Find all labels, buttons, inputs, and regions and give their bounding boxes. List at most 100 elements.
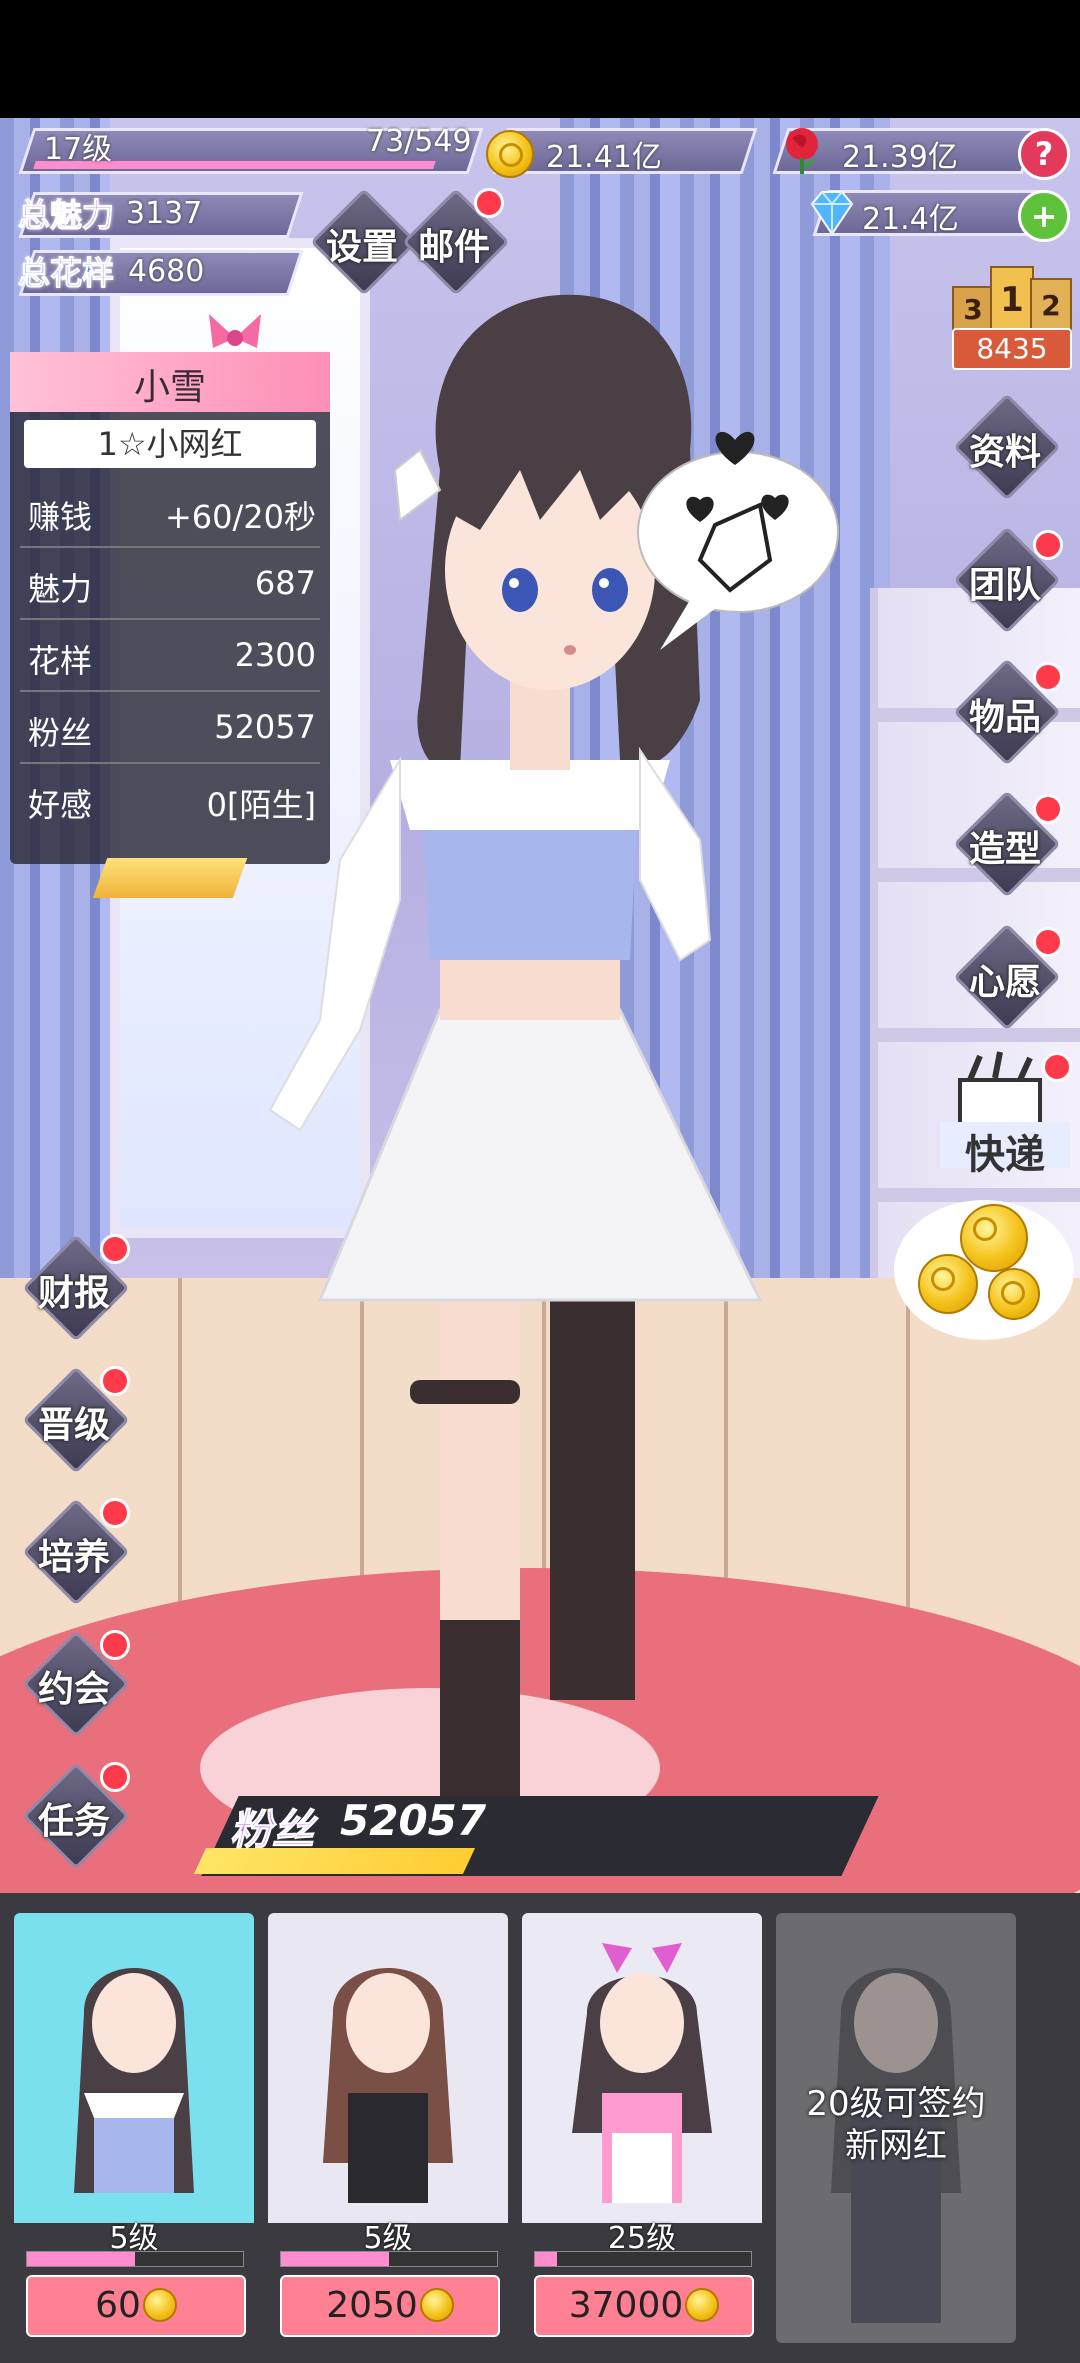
mail-button[interactable]: 邮件 — [402, 188, 510, 296]
alert-dot — [100, 1630, 130, 1660]
card-upgrade-button[interactable]: 60 — [26, 2275, 246, 2337]
menu-finance-label: 财报 — [37, 1273, 110, 1314]
card-upgrade-button[interactable]: 37000 — [534, 2275, 754, 2337]
stat-value: +60/20秒 — [164, 498, 316, 536]
menu-items-button[interactable]: 物品 — [953, 658, 1063, 766]
diamond-icon — [804, 188, 860, 238]
menu-train-button[interactable]: 培养 — [22, 1498, 130, 1606]
character-selector: 5级 60 5级 2050 25级 37000 20级可签约 新网红 — [0, 1893, 1080, 2363]
menu-tasks-label: 任务 — [37, 1801, 110, 1842]
card-price: 60 — [95, 2285, 141, 2326]
portrait-girl-3 — [572, 1943, 712, 2203]
collect-coins-button[interactable] — [894, 1200, 1074, 1340]
menu-team-label: 团队 — [968, 565, 1041, 606]
menu-profile-label: 资料 — [968, 432, 1041, 473]
mail-alert-dot — [474, 188, 504, 218]
total-style-label: 总花样 — [17, 254, 115, 293]
mail-label: 邮件 — [417, 227, 490, 268]
diamond-amount: 21.4亿 — [862, 202, 959, 237]
menu-finance-button[interactable]: 财报 — [22, 1234, 130, 1342]
menu-styling-button[interactable]: 造型 — [953, 790, 1063, 898]
alert-dot — [1033, 794, 1063, 824]
gold-coin-icon — [486, 130, 534, 178]
card-price: 37000 — [568, 2285, 684, 2326]
stat-value: 0[陌生] — [206, 786, 316, 824]
alert-dot — [1033, 662, 1063, 692]
panel-collapse-button[interactable] — [92, 858, 248, 898]
menu-train-label: 培养 — [37, 1537, 110, 1578]
menu-wish-label: 心愿 — [968, 962, 1041, 1003]
add-currency-button[interactable]: + — [1018, 190, 1070, 242]
ribbon-bow-icon — [205, 308, 265, 358]
menu-promote-label: 晋级 — [37, 1405, 110, 1446]
alert-dot — [100, 1498, 130, 1528]
alert-dot — [100, 1762, 130, 1792]
alert-dot — [1033, 927, 1063, 957]
card-progress — [26, 2251, 244, 2267]
alert-dot — [100, 1234, 130, 1264]
stat-row-charm: 魅力 687 — [20, 548, 320, 620]
podium-1: 1 — [990, 266, 1034, 334]
settings-label: 设置 — [325, 227, 398, 268]
coin-icon — [960, 1204, 1028, 1272]
card-progress — [280, 2251, 498, 2267]
rose-icon — [778, 124, 826, 176]
menu-wish-button[interactable]: 心愿 — [953, 923, 1063, 1031]
stat-value: 52057 — [214, 708, 316, 746]
settings-button[interactable]: 设置 — [310, 188, 418, 296]
stat-key: 好感 — [28, 786, 93, 824]
stat-key: 花样 — [28, 642, 93, 680]
locked-character-card[interactable]: 20级可签约 新网红 — [776, 1913, 1016, 2343]
unlock-line-2: 新网红 — [845, 2126, 947, 2166]
fans-value: 52057 — [340, 1796, 487, 1845]
menu-team-button[interactable]: 团队 — [953, 526, 1063, 634]
alert-dot — [100, 1366, 130, 1396]
help-button[interactable]: ? — [1018, 128, 1070, 180]
stat-key: 粉丝 — [28, 714, 93, 752]
podium-2: 2 — [1030, 278, 1072, 334]
character-card[interactable]: 5级 60 — [14, 1913, 254, 2343]
stat-row-style: 花样 2300 — [20, 620, 320, 692]
stat-row-earn: 赚钱 +60/20秒 — [20, 476, 320, 548]
exp-text: 73/549 — [366, 124, 472, 159]
stat-row-fans: 粉丝 52057 — [20, 692, 320, 764]
podium-3: 3 — [952, 286, 994, 334]
card-price: 2050 — [326, 2285, 418, 2326]
coin-icon — [685, 2288, 720, 2322]
menu-profile-button[interactable]: 资料 — [953, 393, 1061, 501]
unlock-line-1: 20级可签约 — [806, 2084, 986, 2124]
stat-key: 魅力 — [28, 570, 93, 608]
fans-progress: 粉丝 52057 — [190, 1796, 890, 1876]
total-charm-label: 总魅力 — [17, 196, 115, 235]
ranking-value: 8435 — [952, 328, 1072, 370]
ranking-button[interactable]: 3 1 2 8435 — [946, 250, 1076, 370]
character-card[interactable]: 25级 37000 — [522, 1913, 762, 2343]
gold-amount: 21.41亿 — [546, 140, 662, 175]
stat-key: 赚钱 — [28, 498, 93, 536]
fans-label: 粉丝 — [229, 1805, 315, 1855]
portrait-girl-2 — [323, 1968, 453, 2203]
alert-dot — [1033, 530, 1063, 560]
character-title: 1☆小网红 — [24, 420, 316, 468]
alert-dot — [1042, 1052, 1072, 1082]
rose-amount: 21.39亿 — [842, 140, 958, 175]
coin-icon — [419, 2288, 454, 2322]
menu-tasks-button[interactable]: 任务 — [22, 1762, 130, 1870]
character-info-panel: 小雪 1☆小网红 赚钱 +60/20秒 魅力 687 花样 2300 粉丝 52057 … — [10, 314, 330, 864]
card-upgrade-button[interactable]: 2050 — [280, 2275, 500, 2337]
stat-value: 687 — [254, 564, 316, 602]
menu-promote-button[interactable]: 晋级 — [22, 1366, 130, 1474]
character-name: 小雪 — [133, 367, 206, 408]
coin-icon — [142, 2288, 177, 2322]
character-card[interactable]: 5级 2050 — [268, 1913, 508, 2343]
coin-icon — [988, 1268, 1040, 1320]
menu-delivery-button[interactable]: 快递 — [940, 1050, 1072, 1178]
menu-date-label: 约会 — [37, 1669, 110, 1710]
menu-delivery-label: 快递 — [940, 1122, 1070, 1178]
stat-value: 2300 — [234, 636, 316, 674]
stat-row-affection: 好感 0[陌生] — [20, 764, 320, 834]
unlock-requirement: 20级可签约 新网红 — [776, 2083, 1016, 2167]
level-text: 17级 — [44, 132, 113, 167]
menu-date-button[interactable]: 约会 — [22, 1630, 130, 1738]
menu-items-label: 物品 — [968, 697, 1041, 738]
